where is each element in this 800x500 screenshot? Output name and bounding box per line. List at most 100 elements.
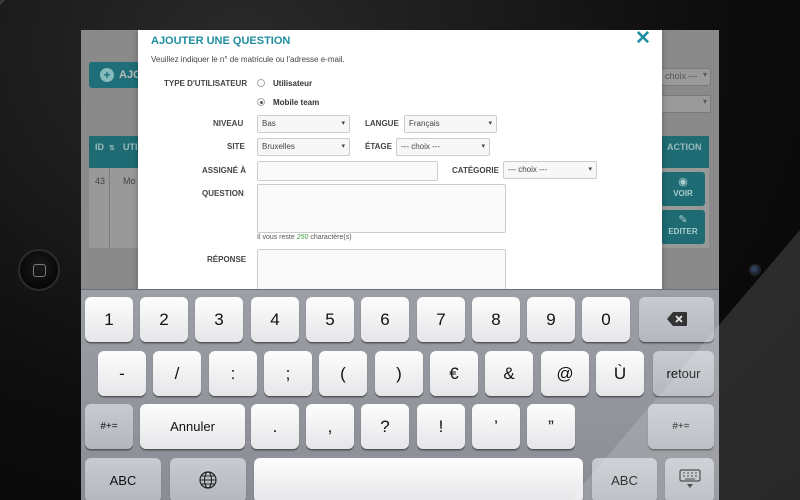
return-key[interactable]: retour [653, 351, 714, 396]
langue-label: LANGUE [365, 119, 399, 128]
key-2[interactable]: 2 [140, 297, 188, 342]
radio-utilisateur[interactable] [257, 79, 265, 87]
key-period[interactable]: . [251, 404, 299, 449]
home-button[interactable] [18, 249, 60, 291]
key-quote[interactable]: ” [527, 404, 575, 449]
key-colon[interactable]: : [209, 351, 257, 396]
annuler-key[interactable]: Annuler [140, 404, 245, 449]
backspace-key[interactable] [639, 297, 714, 342]
key-9[interactable]: 9 [527, 297, 575, 342]
eye-icon: ◉ [678, 176, 688, 188]
modal-title: AJOUTER UNE QUESTION [151, 35, 291, 47]
symbols-key-left[interactable]: #+= [85, 404, 133, 449]
bg-filter-select-1: choix --- ▾ [661, 68, 711, 86]
niveau-select[interactable]: Bas ▾ [257, 115, 350, 133]
langue-value: Français [409, 119, 440, 128]
col-action: ACTION [667, 142, 702, 152]
assigne-label: ASSIGNÉ À [202, 166, 247, 175]
key-3[interactable]: 3 [195, 297, 243, 342]
abc-key-right[interactable]: ABC [592, 458, 657, 500]
reponse-label: RÉPONSE [207, 255, 247, 264]
reponse-textarea[interactable] [257, 249, 506, 294]
view-button-label: VOIR [673, 189, 693, 198]
view-button: ◉ VOIR [661, 172, 705, 206]
sort-icon: ⇅ [109, 145, 115, 152]
chevron-down-icon: ▾ [702, 70, 707, 79]
tablet-device: + AJO choix --- ▾ ▾ ID ⇅ UTI ACTION 43 Mo [0, 0, 800, 500]
question-label: QUESTION [202, 189, 244, 198]
key-comma[interactable]: , [306, 404, 354, 449]
categorie-label: CATÉGORIE [452, 166, 499, 175]
categorie-value: --- choix --- [508, 165, 548, 174]
bg-filter-value: choix --- [665, 71, 698, 81]
chevron-down-icon: ▾ [341, 143, 345, 150]
plus-icon: + [100, 68, 114, 82]
edit-button: ✎ EDITER [661, 210, 705, 244]
add-question-modal: AJOUTER UNE QUESTION ✕ Veuillez indiquer… [138, 30, 662, 294]
niveau-label: NIVEAU [213, 119, 244, 128]
user-type-label: TYPE D'UTILISATEUR [164, 79, 248, 88]
modal-subtitle: Veuillez indiquer le n° de matricule ou … [151, 55, 345, 64]
key-1[interactable]: 1 [85, 297, 133, 342]
niveau-value: Bas [262, 119, 276, 128]
globe-icon [199, 471, 217, 489]
chevron-down-icon: ▾ [481, 143, 485, 150]
edit-button-label: EDITER [668, 227, 698, 236]
pencil-icon: ✎ [678, 214, 688, 226]
radio-mobile-team[interactable] [257, 98, 265, 106]
site-value: Bruxelles [262, 142, 295, 151]
key-ampersand[interactable]: & [485, 351, 533, 396]
key-7[interactable]: 7 [417, 297, 465, 342]
key-question[interactable]: ? [361, 404, 409, 449]
add-question-button: + AJO [89, 62, 142, 88]
note-suffix: charactère(s) [308, 234, 352, 241]
bg-filter-select-2: ▾ [661, 95, 711, 113]
radio-mobile-team-label: Mobile team [273, 98, 320, 107]
langue-select[interactable]: Français ▾ [404, 115, 497, 133]
key-8[interactable]: 8 [472, 297, 520, 342]
space-key[interactable] [254, 458, 583, 500]
question-textarea[interactable] [257, 184, 506, 233]
divider [109, 168, 110, 248]
key-slash[interactable]: / [153, 351, 201, 396]
backspace-icon [666, 312, 687, 326]
note-prefix: Il vous reste [257, 234, 297, 241]
chars-remaining-note: Il vous reste 250 charactère(s) [257, 234, 352, 241]
key-6[interactable]: 6 [361, 297, 409, 342]
key-euro[interactable]: € [430, 351, 478, 396]
close-icon[interactable]: ✕ [635, 30, 651, 49]
key-close-paren[interactable]: ) [375, 351, 423, 396]
key-4[interactable]: 4 [251, 297, 299, 342]
key-5[interactable]: 5 [306, 297, 354, 342]
key-semicolon[interactable]: ; [264, 351, 312, 396]
row-title: Mo [123, 176, 136, 186]
etage-label: ÉTAGE [365, 142, 392, 151]
on-screen-keyboard: 1 2 3 4 5 6 7 8 9 0 - / : ; ( ) € & @ Ù … [81, 289, 719, 500]
etage-value: --- choix --- [401, 142, 441, 151]
categorie-select[interactable]: --- choix --- ▾ [503, 161, 597, 179]
key-dash[interactable]: - [98, 351, 146, 396]
key-u-grave[interactable]: Ù [596, 351, 644, 396]
chevron-down-icon: ▾ [341, 120, 345, 127]
assigne-input[interactable] [257, 161, 438, 181]
site-select[interactable]: Bruxelles ▾ [257, 138, 350, 156]
key-at[interactable]: @ [541, 351, 589, 396]
key-0[interactable]: 0 [582, 297, 630, 342]
hide-keyboard-key[interactable] [665, 458, 714, 500]
key-open-paren[interactable]: ( [319, 351, 367, 396]
etage-select[interactable]: --- choix --- ▾ [396, 138, 490, 156]
col-id: ID [95, 142, 104, 152]
col-title: UTI [123, 142, 138, 152]
keyboard-hide-icon [678, 469, 701, 488]
site-label: SITE [227, 142, 245, 151]
globe-key[interactable] [170, 458, 246, 500]
chevron-down-icon: ▾ [488, 120, 492, 127]
note-count: 250 [296, 234, 309, 241]
radio-utilisateur-label: Utilisateur [273, 79, 313, 88]
symbols-key-right[interactable]: #+= [648, 404, 714, 449]
abc-key-left[interactable]: ABC [85, 458, 161, 500]
chevron-down-icon: ▾ [588, 166, 592, 173]
key-exclamation[interactable]: ! [417, 404, 465, 449]
row-id: 43 [95, 176, 106, 186]
key-apostrophe[interactable]: ’ [472, 404, 520, 449]
